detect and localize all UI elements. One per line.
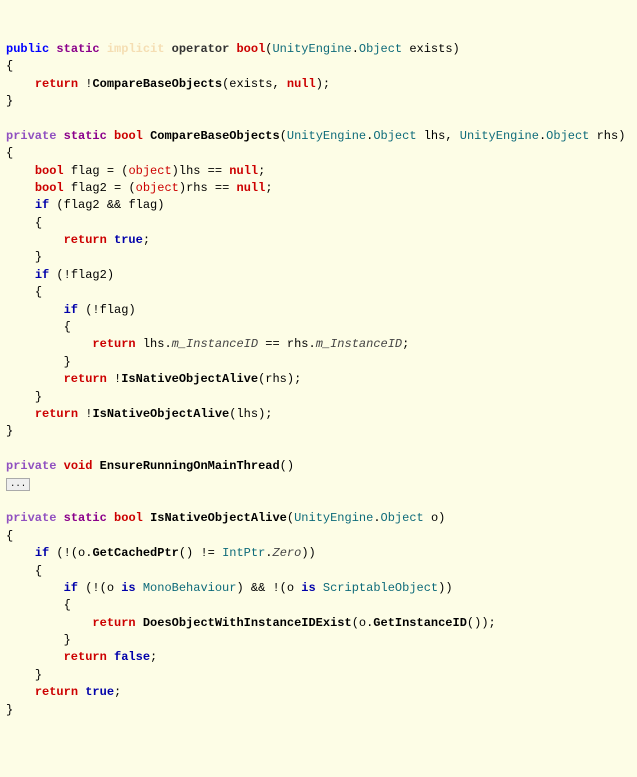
call-isnativeobjectalive: IsNativeObjectAlive bbox=[121, 372, 258, 386]
keyword-true: true bbox=[114, 233, 143, 247]
keyword-null: null bbox=[287, 77, 316, 91]
collapsed-region-icon[interactable]: ... bbox=[6, 478, 30, 491]
prop-m-instanceid: m_InstanceID bbox=[172, 337, 258, 351]
type-object: Object bbox=[359, 42, 402, 56]
keyword-operator: operator bbox=[172, 42, 230, 56]
keyword-public: public bbox=[6, 42, 49, 56]
keyword-static: static bbox=[56, 42, 99, 56]
call-getinstanceid: GetInstanceID bbox=[373, 616, 467, 630]
call-getcachedptr: GetCachedPtr bbox=[92, 546, 178, 560]
call-comparebaseobjects: CompareBaseObjects bbox=[92, 77, 222, 91]
code-block: public static implicit operator bool(Uni… bbox=[6, 41, 631, 719]
prop-zero: Zero bbox=[273, 546, 302, 560]
keyword-private: private bbox=[6, 129, 56, 143]
method-isnativeobjectalive: IsNativeObjectAlive bbox=[150, 511, 287, 525]
keyword-bool: bool bbox=[236, 42, 265, 56]
call-doesobjectwithinstanceidexist: DoesObjectWithInstanceIDExist bbox=[143, 616, 352, 630]
keyword-is: is bbox=[121, 581, 135, 595]
keyword-void: void bbox=[64, 459, 93, 473]
type-monobehaviour: MonoBehaviour bbox=[143, 581, 237, 595]
keyword-if: if bbox=[35, 198, 49, 212]
method-ensurerunningonmainthread: EnsureRunningOnMainThread bbox=[100, 459, 280, 473]
keyword-return: return bbox=[35, 77, 78, 91]
keyword-object: object bbox=[128, 164, 171, 178]
type-intptr: IntPtr bbox=[222, 546, 265, 560]
method-comparebaseobjects: CompareBaseObjects bbox=[150, 129, 280, 143]
keyword-implicit: implicit bbox=[107, 42, 165, 56]
type-scriptableobject: ScriptableObject bbox=[323, 581, 438, 595]
type-unityengine: UnityEngine bbox=[272, 42, 351, 56]
keyword-false: false bbox=[114, 650, 150, 664]
